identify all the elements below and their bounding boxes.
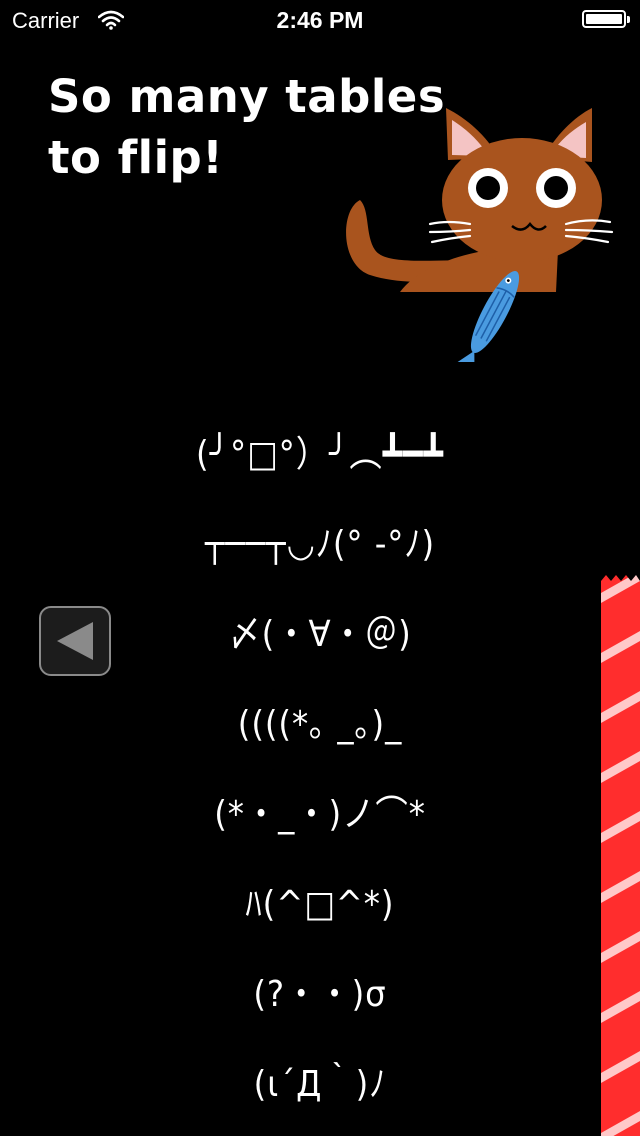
back-button[interactable] xyxy=(39,606,111,676)
striped-side-strip xyxy=(601,575,640,1136)
emoticon-list: (╯°□°）╯︵┻━┻ ┬──┬◡ﾉ(° -°ﾉ) 〆(・∀・＠) ((((*｡… xyxy=(120,410,520,1130)
emoticon-item[interactable]: (?・・)σ xyxy=(140,950,500,1040)
emoticon-item[interactable]: (*・_・)ノ⌒* xyxy=(140,770,500,860)
cat-with-fish-illustration xyxy=(346,108,614,362)
battery-icon xyxy=(582,10,630,28)
left-triangle-icon xyxy=(57,622,93,660)
status-bar: Carrier 2:46 PM xyxy=(0,0,640,40)
emoticon-item[interactable]: 〆(・∀・＠) xyxy=(140,590,500,680)
emoticon-item[interactable]: (ι´Д｀)ﾉ xyxy=(140,1040,500,1130)
emoticon-item[interactable]: ((((*｡ _｡)_ xyxy=(140,680,500,770)
emoticon-item[interactable]: ┬──┬◡ﾉ(° -°ﾉ) xyxy=(140,500,500,590)
status-time: 2:46 PM xyxy=(276,7,364,33)
emoticon-item[interactable]: ﾊ(^□^*) xyxy=(140,860,500,950)
emoticon-item[interactable]: (╯°□°）╯︵┻━┻ xyxy=(140,410,500,500)
